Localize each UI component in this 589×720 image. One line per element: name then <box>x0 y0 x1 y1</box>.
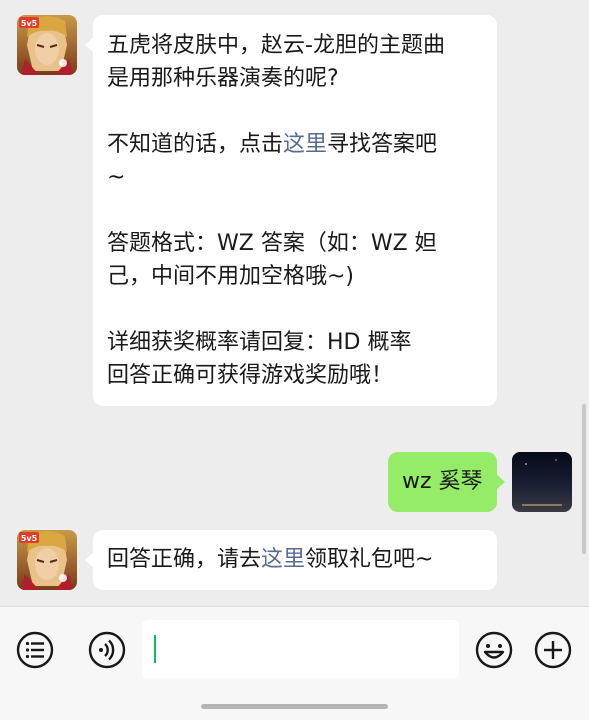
bot-avatar[interactable]: 5v5 <box>17 15 77 75</box>
voice-button[interactable] <box>87 630 127 670</box>
emoji-button[interactable] <box>474 630 514 670</box>
chat-area[interactable]: 5v5 五虎将皮肤中，赵云-龙胆的主题曲 是用那种乐器演奏的呢? 不知道的话，点… <box>0 0 589 606</box>
answer-link[interactable]: 这里 <box>283 132 327 157</box>
voice-icon <box>88 631 126 669</box>
menu-list-button[interactable] <box>15 630 55 670</box>
gift-link[interactable]: 这里 <box>261 547 305 572</box>
input-bar <box>0 606 589 720</box>
game-badge: 5v5 <box>21 534 38 543</box>
reply-text: 回答正确，请去 <box>107 547 262 572</box>
answer-text: wz 奚琴 <box>402 469 483 494</box>
detail-line-2: 回答正确可获得游戏奖励哦！ <box>107 363 394 388</box>
user-avatar[interactable] <box>512 452 572 512</box>
format-line-2: 己，中间不用加空格哦~) <box>107 264 355 289</box>
hero-avatar-icon: 5v5 <box>17 15 77 75</box>
reply-text-end: 领取礼包吧~ <box>305 547 434 572</box>
hint-text-end: 寻找答案吧 <box>327 132 438 157</box>
add-icon <box>534 631 572 669</box>
game-badge: 5v5 <box>21 19 38 28</box>
incoming-message-bubble[interactable]: 五虎将皮肤中，赵云-龙胆的主题曲 是用那种乐器演奏的呢? 不知道的话，点击这里寻… <box>85 15 497 406</box>
format-line-1: 答题格式：WZ 答案（如：WZ 妲 <box>107 231 437 256</box>
home-indicator[interactable] <box>201 704 388 709</box>
question-line-2: 是用那种乐器演奏的呢? <box>107 66 339 91</box>
emoji-icon <box>475 631 513 669</box>
bot-avatar[interactable]: 5v5 <box>17 530 77 590</box>
outgoing-message-bubble[interactable]: wz 奚琴 <box>388 452 505 512</box>
text-caret <box>154 635 156 663</box>
scrollbar[interactable] <box>582 404 586 554</box>
add-button[interactable] <box>533 630 573 670</box>
incoming-message-bubble[interactable]: 回答正确，请去这里领取礼包吧~ <box>85 530 497 590</box>
menu-list-icon <box>16 631 54 669</box>
moon-avatar-icon <box>512 452 572 512</box>
hint-tilde: ~ <box>107 165 126 190</box>
message-input[interactable] <box>142 620 459 678</box>
hint-text: 不知道的话，点击 <box>107 132 284 157</box>
question-line-1: 五虎将皮肤中，赵云-龙胆的主题曲 <box>107 33 445 58</box>
hero-avatar-icon: 5v5 <box>17 530 77 590</box>
detail-line-1: 详细获奖概率请回复：HD 概率 <box>107 330 412 355</box>
